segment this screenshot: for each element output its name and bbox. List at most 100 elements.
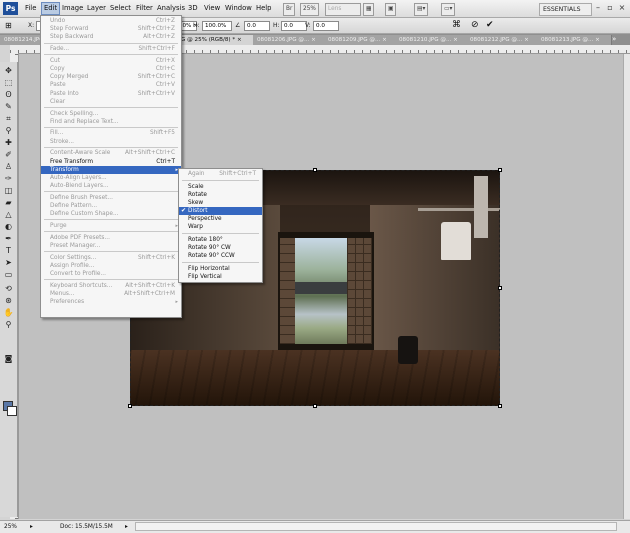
3d-rotate-tool-icon[interactable]: ⟲ <box>3 284 14 293</box>
transform-handle[interactable] <box>313 168 317 172</box>
menu-item-distort[interactable]: ✔ Distort <box>179 207 262 215</box>
crop-tool-icon[interactable]: ⌗ <box>3 114 14 123</box>
menu-item-content-aware-scale[interactable]: Content-Aware Scale Alt+Shift+Ctrl+C <box>41 149 181 157</box>
restore-icon[interactable]: ▫ <box>605 3 615 13</box>
grid-view-button[interactable]: ▤▾ <box>414 3 429 16</box>
height-field[interactable]: 100.0% <box>202 21 232 31</box>
brush-tool-icon[interactable]: ✐ <box>3 150 14 159</box>
quick-selection-tool-icon[interactable]: ✎ <box>3 102 14 111</box>
launch-bridge-button[interactable]: Br <box>283 3 296 16</box>
menu-item-check-spelling[interactable]: Check Spelling... <box>41 110 181 118</box>
blur-tool-icon[interactable]: △ <box>3 210 14 219</box>
menu-3d[interactable]: 3D <box>188 3 198 14</box>
menu-edit[interactable]: Edit <box>41 2 61 15</box>
transform-handle[interactable] <box>128 404 132 408</box>
reference-point-icon[interactable]: ⊞ <box>5 21 19 30</box>
screen-layout-button[interactable]: ▭▾ <box>441 3 456 16</box>
menu-item-paste-into[interactable]: Paste Into Shift+Ctrl+V <box>41 90 181 98</box>
eraser-tool-icon[interactable]: ◫ <box>3 186 14 195</box>
tab-document-active[interactable]: JPG @ 25% (RGB/8) * × <box>172 35 257 45</box>
menu-item-warp[interactable]: Warp <box>179 223 262 231</box>
zoom-status[interactable]: 25% <box>4 523 17 531</box>
workspace-switcher[interactable]: ESSENTIALS <box>539 3 592 16</box>
menu-file[interactable]: File <box>25 3 36 14</box>
transform-handle[interactable] <box>498 286 502 290</box>
menu-item-define-brush-preset[interactable]: Define Brush Preset... <box>41 194 181 202</box>
history-brush-tool-icon[interactable]: ✑ <box>3 174 14 183</box>
tab-document[interactable]: 08081214.JPG ... <box>0 35 45 45</box>
menu-item-paste[interactable]: Paste Ctrl+V <box>41 81 181 89</box>
transform-handle[interactable] <box>498 404 502 408</box>
menu-item-step-backward[interactable]: Step Backward Alt+Ctrl+Z <box>41 33 181 41</box>
transform-handle[interactable] <box>313 404 317 408</box>
status-menu-icon[interactable]: ▸ <box>30 523 33 531</box>
menu-item-perspective[interactable]: Perspective <box>179 215 262 223</box>
menu-image[interactable]: Image <box>62 3 83 14</box>
menu-item-fill[interactable]: Fill... Shift+F5 <box>41 129 181 137</box>
commit-transform-icon[interactable]: ✔ <box>486 20 494 30</box>
menu-help[interactable]: Help <box>256 3 272 14</box>
menu-item-skew[interactable]: Skew <box>179 199 262 207</box>
menu-item-find-and-replace-text[interactable]: Find and Replace Text... <box>41 118 181 126</box>
menu-item-undo[interactable]: Undo Ctrl+Z <box>41 17 181 25</box>
menu-item-copy-merged[interactable]: Copy Merged Shift+Ctrl+C <box>41 73 181 81</box>
cancel-transform-icon[interactable]: ⊘ <box>471 20 479 30</box>
menu-window[interactable]: Window <box>225 3 252 14</box>
menu-select[interactable]: Select <box>110 3 131 14</box>
quick-mask-icon[interactable]: ◙ <box>3 354 14 363</box>
shape-tool-icon[interactable]: ▭ <box>3 270 14 279</box>
lens-button[interactable]: Lens <box>325 3 361 16</box>
clone-stamp-tool-icon[interactable]: ♙ <box>3 162 14 171</box>
v-skew-field[interactable]: 0.0 <box>313 21 339 31</box>
menu-item-fade[interactable]: Fade... Shift+Ctrl+F <box>41 45 181 53</box>
close-icon[interactable]: × <box>617 3 627 13</box>
tab-document[interactable]: 08081210.JPG @... × <box>395 35 470 45</box>
path-selection-tool-icon[interactable]: ➤ <box>3 258 14 267</box>
horizontal-scrollbar[interactable] <box>135 522 617 531</box>
3d-orbit-tool-icon[interactable]: ⊛ <box>3 296 14 305</box>
menu-item-preferences[interactable]: Preferences ▸ <box>41 298 181 306</box>
h-skew-field[interactable]: 0.0 <box>281 21 307 31</box>
status-arrow-icon[interactable]: ▸ <box>125 523 128 531</box>
menu-item-cut[interactable]: Cut Ctrl+X <box>41 57 181 65</box>
menu-item-again[interactable]: Again Shift+Ctrl+T <box>179 170 262 178</box>
menu-item-step-forward[interactable]: Step Forward Shift+Ctrl+Z <box>41 25 181 33</box>
menu-item-menus[interactable]: Menus... Alt+Shift+Ctrl+M <box>41 290 181 298</box>
menu-item-assign-profile[interactable]: Assign Profile... <box>41 262 181 270</box>
zoom-level-select[interactable]: 25% <box>300 3 319 16</box>
menu-item-keyboard-shortcuts[interactable]: Keyboard Shortcuts... Alt+Shift+Ctrl+K <box>41 282 181 290</box>
menu-item-rotate-180[interactable]: Rotate 180° <box>179 236 262 244</box>
pen-tool-icon[interactable]: ✒ <box>3 234 14 243</box>
menu-item-rotate-90-ccw[interactable]: Rotate 90° CCW <box>179 252 262 260</box>
menu-item-define-custom-shape[interactable]: Define Custom Shape... <box>41 210 181 218</box>
zoom-tool-icon[interactable]: ⚲ <box>3 320 14 329</box>
hand-tool-icon[interactable]: ✋ <box>3 308 14 317</box>
menu-item-rotate-90-cw[interactable]: Rotate 90° CW <box>179 244 262 252</box>
menu-item-transform[interactable]: Transform ▸ <box>41 165 181 174</box>
eyedropper-tool-icon[interactable]: ⚲ <box>3 126 14 135</box>
menu-item-flip-vertical[interactable]: Flip Vertical <box>179 273 262 281</box>
menu-item-stroke[interactable]: Stroke... <box>41 138 181 146</box>
menu-item-adobe-pdf-presets[interactable]: Adobe PDF Presets... <box>41 234 181 242</box>
menu-item-flip-horizontal[interactable]: Flip Horizontal <box>179 265 262 273</box>
tabs-overflow-icon[interactable]: » <box>612 35 616 43</box>
menu-item-clear[interactable]: Clear <box>41 98 181 106</box>
menu-item-purge[interactable]: Purge ▸ <box>41 222 181 230</box>
tab-document[interactable]: 08081209.JPG @... × <box>324 35 399 45</box>
arrange-documents-button[interactable]: ▦ <box>363 3 375 16</box>
menu-analysis[interactable]: Analysis <box>157 3 185 14</box>
transform-handle[interactable] <box>498 168 502 172</box>
screen-mode-button[interactable]: ▣ <box>385 3 397 16</box>
minimize-icon[interactable]: – <box>593 3 603 13</box>
warp-mode-icon[interactable]: ⌘ <box>452 20 461 30</box>
background-color-swatch[interactable] <box>7 406 17 416</box>
menu-item-convert-to-profile[interactable]: Convert to Profile... <box>41 270 181 278</box>
menu-item-copy[interactable]: Copy Ctrl+C <box>41 65 181 73</box>
vertical-scrollbar[interactable] <box>623 54 630 519</box>
menu-filter[interactable]: Filter <box>136 3 153 14</box>
angle-field[interactable]: 0.0 <box>244 21 270 31</box>
menu-item-auto-blend-layers[interactable]: Auto-Blend Layers... <box>41 182 181 190</box>
lasso-tool-icon[interactable]: ʘ <box>3 90 14 99</box>
tab-document[interactable]: 08081206.JPG @... × <box>253 35 328 45</box>
menu-item-define-pattern[interactable]: Define Pattern... <box>41 202 181 210</box>
